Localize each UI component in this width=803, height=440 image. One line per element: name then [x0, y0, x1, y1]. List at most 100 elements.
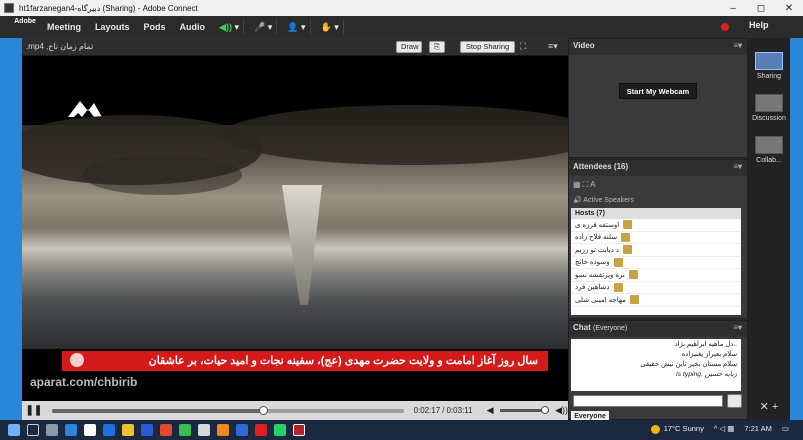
attendee-row[interactable]: د دیابت تو ززیم [571, 244, 741, 257]
app-icon-blue[interactable] [236, 424, 248, 436]
attendees-options-icon[interactable]: ≡▾ [733, 162, 742, 171]
video-pod-options-icon[interactable]: ≡▾ [733, 41, 742, 50]
mail-icon[interactable] [103, 424, 115, 436]
seek-bar-fill [51, 408, 263, 413]
seek-handle[interactable] [258, 405, 268, 415]
clock[interactable]: 7:21 AM [744, 424, 772, 433]
attendee-row[interactable]: وسوده خانچ [571, 257, 741, 269]
stop-sharing-button[interactable]: Stop Sharing [460, 41, 515, 53]
attendee-name: اوستفه قرزه ی [575, 221, 620, 229]
menu-bar: Adobe Meeting Layouts Pods Audio ◀)) ▾ 🎤… [0, 16, 803, 38]
host-icon [621, 232, 631, 242]
minimize-button[interactable]: – [719, 3, 747, 14]
volume-handle[interactable] [540, 406, 549, 414]
add-layout-icon[interactable]: + [772, 401, 778, 413]
volume-max-icon: ◀)) [555, 405, 568, 415]
help-menu[interactable]: Help [749, 20, 769, 30]
video-controls: ❚❚ 0:02:17 / 0:03:11 ◀ ◀)) [22, 401, 568, 420]
task-view-icon[interactable] [46, 424, 58, 436]
layout-sharing[interactable]: Sharing [752, 52, 786, 80]
edge-icon[interactable] [65, 424, 77, 436]
app-icon-red-2[interactable] [255, 424, 267, 436]
layouts-bar: Sharing Discussion Collab... ✕ + [748, 38, 790, 420]
attendees-pod: Attendees (16) ≡▾ ▦ ⛶ A 🔊 Active Speakers… [568, 159, 748, 319]
active-speakers: 🔊 Active Speakers [573, 196, 634, 204]
share-pod: .mp4 ,تمام زمان ناح Draw ⎘ Stop Sharing … [22, 38, 568, 420]
attendee-row[interactable]: سلنه فلاح زاده [571, 232, 741, 244]
host-icon [613, 282, 623, 292]
pause-icon[interactable]: ❚❚ [22, 405, 46, 416]
layout-discussion[interactable]: Discussion [752, 94, 786, 122]
chat-message: سلام بعیراز یغنیزاده [681, 351, 737, 358]
video-player[interactable]: سال روز آغاز امامت و ولایت حضرت مهدی (عج… [22, 57, 568, 401]
layout-thumbnail [755, 94, 783, 112]
active-speakers-label: Active Speakers [583, 197, 634, 204]
layout-thumbnail [755, 52, 783, 70]
chat-message: سلام مستان بخیر ناین نیش حقیقی [640, 361, 737, 368]
firefox-icon[interactable] [217, 424, 229, 436]
host-icon [623, 220, 633, 230]
subtitle-text: سال روز آغاز امامت و ولایت حضرت مهدی (عج… [148, 355, 538, 367]
chat-options-icon[interactable]: ≡▾ [733, 323, 742, 332]
volume-icon[interactable]: ◀ [487, 405, 494, 416]
chrome-icon[interactable] [198, 424, 210, 436]
layout-label: Collab... [756, 157, 782, 164]
host-icon [622, 245, 632, 255]
windows-taskbar: 17°C Sunny ^ ◁ ▦ 7:21 AM ▭ [0, 420, 803, 440]
search-icon[interactable] [27, 424, 39, 436]
start-webcam-button[interactable]: Start My Webcam [619, 83, 697, 99]
attendee-row[interactable]: نره ویرتفشه نسو [571, 269, 741, 282]
video-frame-image [22, 105, 568, 349]
whatsapp-icon[interactable] [274, 424, 286, 436]
chat-title: Chat [573, 323, 591, 332]
chat-input[interactable] [573, 395, 723, 407]
collapse-icon[interactable]: ✕ [760, 401, 769, 413]
speaker-toggle[interactable]: ◀)) ▾ [215, 19, 244, 35]
menu-pods[interactable]: Pods [144, 22, 166, 32]
microphone-toggle[interactable]: 🎤 ▾ [250, 19, 278, 35]
attendee-row[interactable]: دشاهین فرد [571, 282, 741, 294]
sync-icon[interactable]: ⎘ [429, 41, 445, 53]
attendee-name: سلنه فلاح زاده [575, 234, 618, 242]
start-icon[interactable] [8, 424, 20, 436]
word-icon[interactable] [141, 424, 153, 436]
close-button[interactable]: ✕ [775, 3, 803, 14]
app-icon-green[interactable] [179, 424, 191, 436]
notification-icon[interactable]: ▭ [782, 424, 789, 433]
status-toggle[interactable]: ✋ ▾ [317, 19, 344, 35]
menu-meeting[interactable]: Meeting [47, 22, 81, 32]
menu-layouts[interactable]: Layouts [95, 22, 130, 32]
attendee-name: دشاهین فرد [575, 284, 610, 292]
speaker-status-icon: 🔊 [573, 197, 582, 204]
send-message-icon[interactable] [727, 394, 742, 408]
hosts-group[interactable]: Hosts (7) [571, 208, 741, 219]
app-icon-red[interactable] [160, 424, 172, 436]
store-icon[interactable] [84, 424, 96, 436]
menu-audio[interactable]: Audio [180, 22, 206, 32]
fullscreen-icon[interactable]: ⛶ [520, 41, 526, 52]
chat-pod-header: Chat (Everyone) ≡▾ [569, 321, 747, 337]
attendee-row[interactable]: مهاجه امینی شلی [571, 294, 741, 307]
attendee-view-toggle[interactable]: ▦ ⛶ A [573, 180, 596, 190]
host-icon [629, 295, 639, 305]
maximize-button[interactable]: ◻ [747, 3, 775, 14]
tray-icons[interactable]: ^ ◁ ▦ [714, 424, 735, 433]
volume-slider[interactable] [499, 406, 550, 414]
explorer-icon[interactable] [122, 424, 134, 436]
layout-collaboration[interactable]: Collab... [752, 136, 786, 164]
pod-options-icon[interactable]: ≡▾ [548, 41, 558, 52]
video-pod-title: Video [573, 41, 595, 50]
seek-bar[interactable] [51, 405, 404, 415]
speaker-icon: ◀)) [219, 21, 232, 32]
draw-button[interactable]: Draw [396, 41, 422, 53]
microphone-icon: 🎤 [254, 21, 266, 32]
attendee-row[interactable]: اوستفه قرزه ی [571, 219, 741, 232]
weather[interactable]: 17°C Sunny [650, 424, 704, 434]
host-icon [628, 270, 638, 280]
layout-label: Discussion [752, 115, 786, 122]
webcam-toggle[interactable]: 👤 ▾ [283, 19, 311, 35]
record-indicator-icon[interactable] [721, 23, 729, 31]
layout-tools[interactable]: ✕ + [752, 400, 786, 413]
right-column: Video ≡▾ Start My Webcam Attendees (16) ≡▾… [568, 38, 748, 423]
adobe-connect-taskbar-icon[interactable] [293, 424, 305, 436]
